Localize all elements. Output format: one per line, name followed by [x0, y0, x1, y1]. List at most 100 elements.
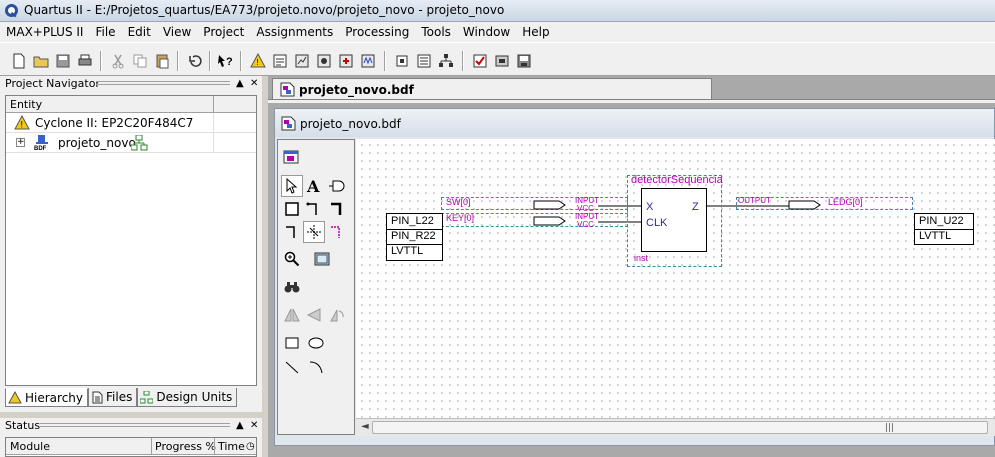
navigator-column-header[interactable]: Entity — [6, 96, 256, 113]
menu-window[interactable]: Window — [457, 22, 516, 42]
hierarchy-view-icon[interactable] — [436, 51, 456, 71]
block-tool-icon[interactable] — [281, 198, 303, 220]
save-project-icon[interactable] — [514, 51, 534, 71]
pane-close-icon[interactable]: ✕ — [250, 418, 258, 434]
orthogonal-node-tool-icon[interactable] — [303, 198, 325, 220]
navigator-header: Project Navigator ▲ ✕ — [0, 76, 262, 92]
input-assignment-box[interactable]: PIN_L22 PIN_R22 LVTTL — [386, 213, 443, 261]
scrollbar-thumb[interactable]: ||| — [372, 421, 988, 434]
tab-files-label: Files — [106, 390, 133, 404]
symbol-tool-icon[interactable] — [326, 175, 348, 197]
menu-edit[interactable]: Edit — [122, 22, 157, 42]
zoom-tool-icon[interactable] — [281, 248, 303, 270]
find-icon[interactable] — [281, 276, 303, 298]
rubberbanding-icon[interactable] — [303, 221, 325, 243]
cut-icon[interactable] — [108, 51, 128, 71]
rotate-icon[interactable] — [326, 304, 348, 326]
detector-block[interactable]: X CLK Z — [641, 188, 707, 252]
synthesis-icon[interactable] — [314, 51, 334, 71]
svg-text:BDF: BDF — [34, 146, 47, 151]
time-column-label[interactable]: Time — [218, 438, 245, 455]
new-file-icon[interactable] — [9, 51, 29, 71]
navigator-row-entity[interactable]: + BDF projeto_novo — [6, 133, 256, 153]
text-tool-icon[interactable]: A — [303, 175, 325, 197]
analysis-icon[interactable] — [292, 51, 312, 71]
output-pin-symbol[interactable] — [788, 200, 822, 210]
full-screen-icon[interactable] — [311, 248, 333, 270]
checklist-icon[interactable] — [470, 51, 490, 71]
scroll-left-icon[interactable]: ◄ — [361, 421, 369, 432]
warning-icon — [8, 391, 22, 404]
assign-pin-l22: PIN_L22 — [391, 215, 434, 227]
programmer-icon[interactable] — [492, 51, 512, 71]
settings-icon[interactable] — [270, 51, 290, 71]
flip-vertical-icon[interactable] — [303, 304, 325, 326]
oval-tool-icon[interactable] — [305, 332, 327, 354]
bdf-document-icon — [280, 82, 295, 97]
context-help-icon[interactable]: ? — [216, 51, 236, 71]
pane-grip[interactable] — [96, 81, 230, 85]
expand-icon[interactable]: + — [16, 138, 25, 147]
horizontal-scrollbar[interactable]: ◄ ||| — [356, 418, 995, 436]
paste-icon[interactable] — [152, 51, 172, 71]
pane-close-icon[interactable]: ✕ — [250, 76, 258, 92]
menu-processing[interactable]: Processing — [339, 22, 415, 42]
navigator-row-device[interactable]: ! Cyclone II: EP2C20F484C7 — [6, 113, 256, 133]
menu-project[interactable]: Project — [197, 22, 250, 42]
menu-file[interactable]: File — [89, 22, 121, 42]
save-icon[interactable] — [53, 51, 73, 71]
conduit-tool-icon[interactable] — [281, 221, 303, 243]
output-assignment-box[interactable]: PIN_U22 LVTTL — [914, 213, 974, 245]
window-title: Quartus II - E:/Projetos_quartus/EA773/p… — [24, 3, 505, 17]
document-window-title: projeto_novo.bdf — [300, 117, 401, 131]
document-tab-label: projeto_novo.bdf — [299, 83, 414, 97]
partial-line-selection-icon[interactable] — [326, 221, 348, 243]
chip-planner-icon[interactable] — [392, 51, 412, 71]
entity-column-label: Entity — [10, 98, 43, 111]
status-pane: Status ▲ ✕ Module Progress % Time ◷ — [0, 418, 262, 457]
undo-icon[interactable] — [185, 51, 205, 71]
timing-icon[interactable] — [358, 51, 378, 71]
output-pin-type: OUTPUT — [738, 196, 771, 205]
document-tab[interactable]: projeto_novo.bdf — [272, 78, 712, 100]
progress-column-label[interactable]: Progress % — [155, 438, 216, 455]
print-icon[interactable] — [75, 51, 95, 71]
warning-icon: ! — [14, 115, 30, 130]
rectangle-tool-icon[interactable] — [281, 332, 303, 354]
tab-files[interactable]: Files — [88, 388, 138, 407]
menu-help[interactable]: Help — [516, 22, 555, 42]
output-pin-name: LEDG[0] — [828, 197, 863, 207]
pin-planner-icon[interactable] — [414, 51, 434, 71]
file-icon — [92, 391, 103, 403]
orthogonal-bus-tool-icon[interactable] — [326, 198, 348, 220]
pane-grip[interactable] — [40, 423, 230, 427]
tab-hierarchy[interactable]: Hierarchy — [5, 388, 89, 407]
menu-view[interactable]: View — [157, 22, 197, 42]
menu-tools[interactable]: Tools — [415, 22, 457, 42]
status-title: Status — [5, 419, 41, 432]
assign-io-standard: LVTTL — [391, 245, 424, 257]
pane-minimize-icon[interactable]: ▲ — [236, 76, 244, 92]
compile-icon[interactable] — [336, 51, 356, 71]
menu-assignments[interactable]: Assignments — [250, 22, 339, 42]
block-name: detectorSequencia — [631, 174, 723, 186]
block-output-z: Z — [692, 201, 699, 213]
schematic-canvas[interactable]: SW[0] INPUT VCC KEY[0] INPUT VCC PIN_L22… — [356, 139, 995, 418]
assign-pin-r22: PIN_R22 — [391, 230, 436, 242]
status-header: Status ▲ ✕ — [0, 418, 262, 434]
tab-design-units[interactable]: Design Units — [137, 388, 238, 407]
warning-project-icon[interactable]: ! — [248, 51, 268, 71]
open-folder-icon[interactable] — [31, 51, 51, 71]
selection-tool-icon[interactable] — [281, 175, 303, 197]
block-input-clk: CLK — [646, 217, 668, 229]
flip-horizontal-icon[interactable] — [281, 304, 303, 326]
arc-tool-icon[interactable] — [305, 356, 327, 378]
svg-text:!: ! — [257, 58, 259, 67]
copy-icon[interactable] — [130, 51, 150, 71]
document-window-caption[interactable]: projeto_novo.bdf — [275, 109, 994, 137]
line-tool-icon[interactable] — [281, 356, 303, 378]
pane-minimize-icon[interactable]: ▲ — [236, 418, 244, 434]
module-column-label[interactable]: Module — [10, 438, 50, 455]
menu-maxplus[interactable]: MAX+PLUS II — [0, 22, 89, 42]
detach-window-icon[interactable] — [280, 146, 302, 168]
